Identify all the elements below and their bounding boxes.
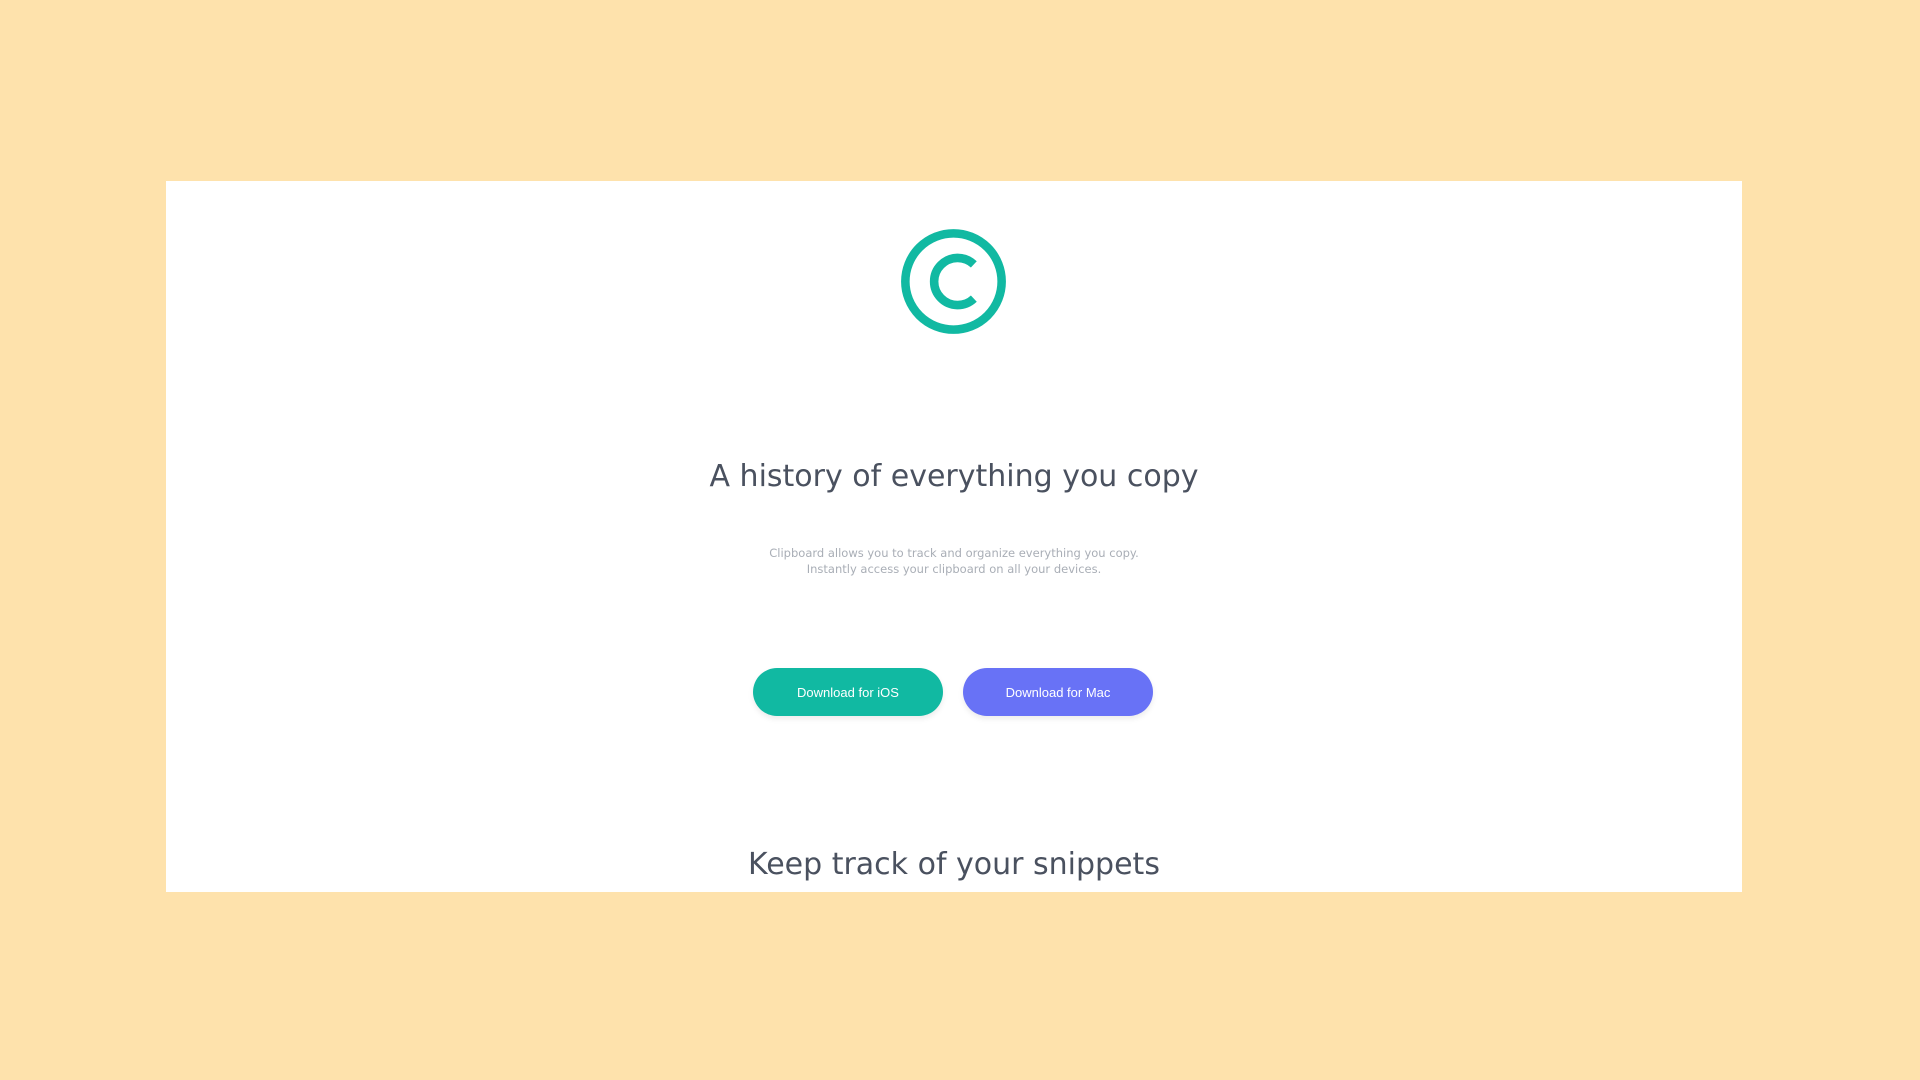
hero-title: A history of everything you copy bbox=[709, 459, 1199, 494]
hero-description: Clipboard allows you to track and organi… bbox=[769, 546, 1139, 576]
download-mac-button[interactable]: Download for Mac bbox=[963, 668, 1153, 716]
section-title: Keep track of your snippets bbox=[748, 847, 1160, 882]
download-ios-button[interactable]: Download for iOS bbox=[753, 668, 943, 716]
page-frame: A history of everything you copy Clipboa… bbox=[166, 181, 1742, 892]
copyright-logo-icon bbox=[901, 229, 1006, 334]
